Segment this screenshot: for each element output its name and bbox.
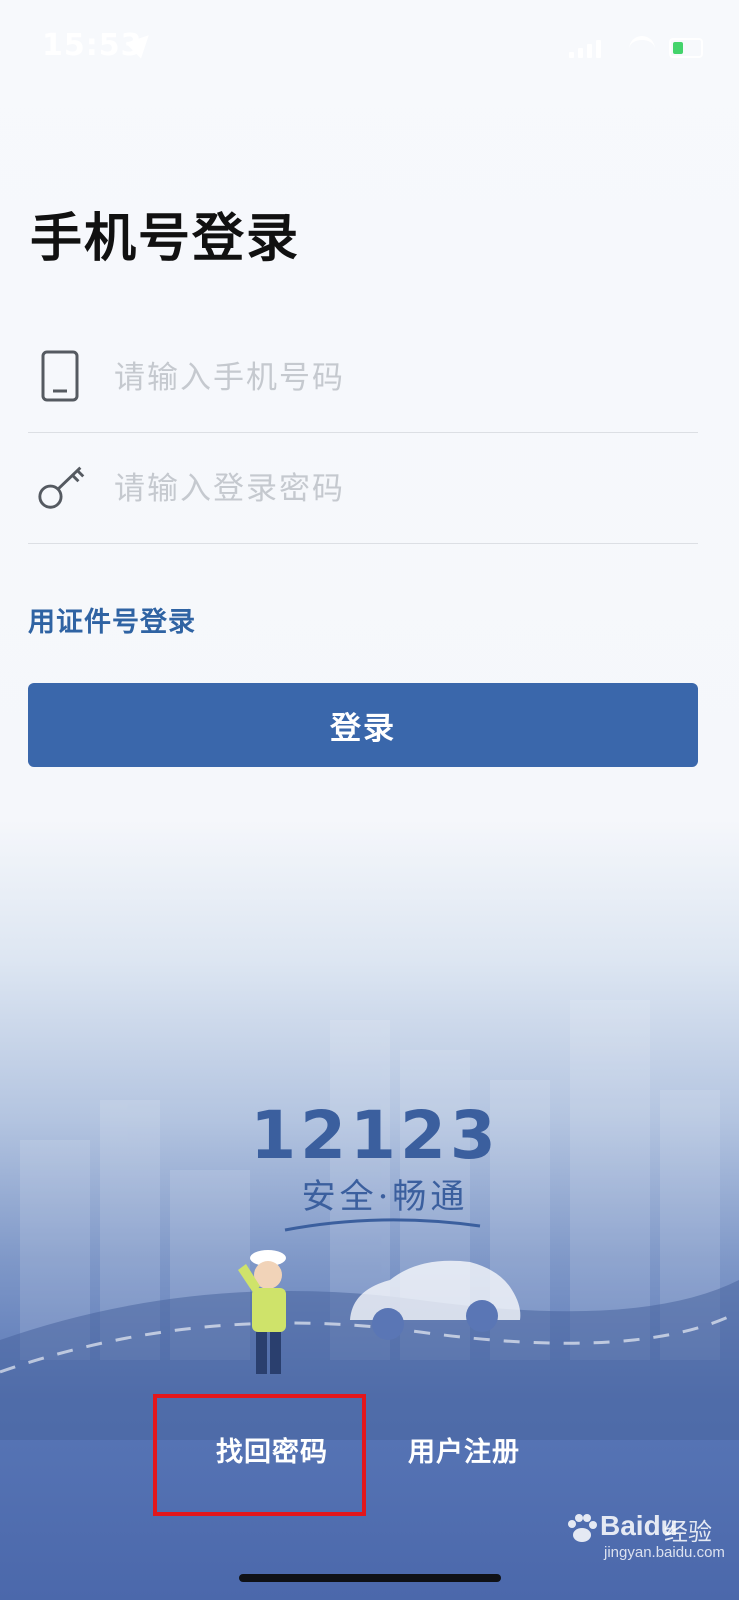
login-button[interactable]: 登录 [28, 683, 698, 767]
status-bar: 15:53 [0, 0, 739, 90]
signal-bar-icon [596, 40, 601, 58]
baidu-watermark: Baidu 经验 jingyan.baidu.com [564, 1508, 725, 1561]
phone-input[interactable] [112, 352, 676, 404]
password-input[interactable] [112, 463, 676, 515]
page-title: 手机号登录 [30, 209, 301, 269]
status-indicators [569, 36, 703, 58]
watermark-label: 经验 [664, 1518, 712, 1546]
brand-slogan: 安全·畅通 [302, 1177, 469, 1217]
signal-bar-icon [578, 48, 583, 58]
phone-field [28, 322, 698, 433]
id-number-login-link[interactable]: 用证件号登录 [28, 600, 196, 639]
battery-level [673, 42, 683, 54]
key-icon [38, 466, 85, 509]
bottom-links: 找回密码 用户注册 [0, 1394, 739, 1520]
traffic-illustration: 12123 安全·畅通 [0, 1000, 739, 1440]
signal-bar-icon [587, 44, 592, 58]
home-indicator[interactable] [239, 1574, 501, 1582]
forgot-password-link[interactable]: 找回密码 [216, 1430, 328, 1469]
signal-bar-icon [569, 52, 574, 58]
password-field [28, 433, 698, 544]
register-link[interactable]: 用户注册 [408, 1430, 520, 1469]
paw-icon [568, 1514, 597, 1542]
wifi-icon [629, 36, 655, 62]
brand-number: 12123 [250, 1097, 500, 1174]
battery-icon [669, 38, 703, 58]
phone-icon [41, 350, 79, 402]
watermark-url: jingyan.baidu.com [604, 1544, 725, 1561]
